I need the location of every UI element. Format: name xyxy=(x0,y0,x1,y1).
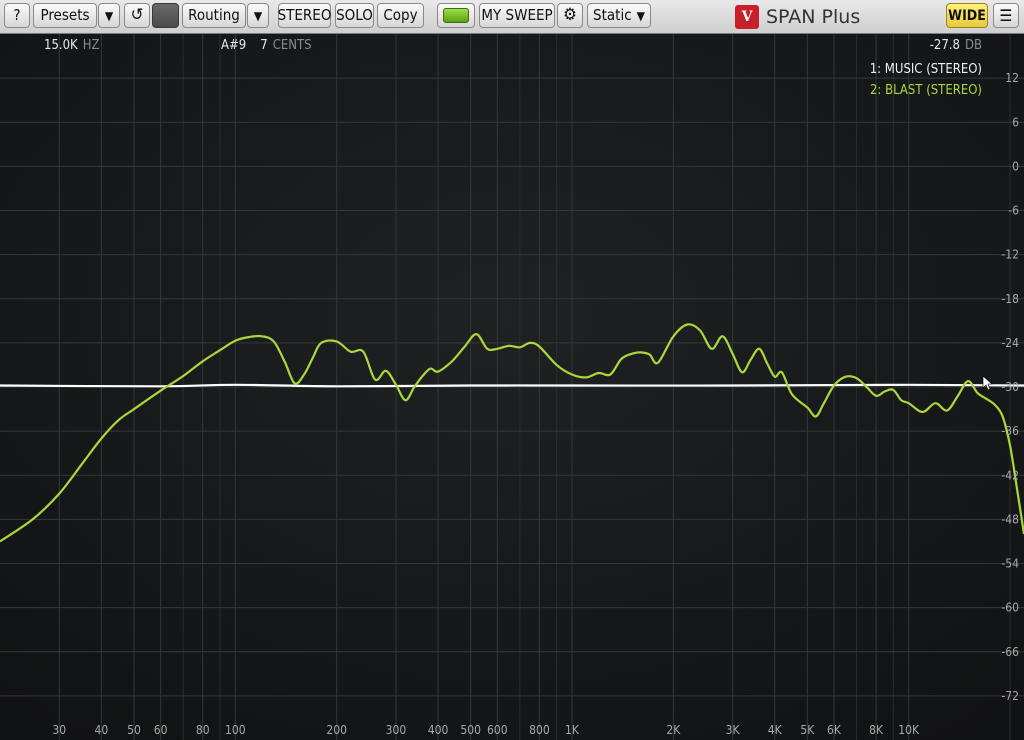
x-tick-label: 600 xyxy=(487,723,508,737)
y-tick-label: 0 xyxy=(1012,159,1019,173)
frequency-readout: 15.0K HZ xyxy=(44,38,100,53)
x-tick-label: 50 xyxy=(127,723,141,737)
mode-label: Static xyxy=(593,6,632,24)
color-swatch-button[interactable] xyxy=(152,3,179,28)
x-tick-label: 2K xyxy=(666,723,681,737)
y-tick-label: -72 xyxy=(1001,689,1019,703)
wide-button[interactable]: WIDE xyxy=(946,3,988,28)
x-tick-label: 400 xyxy=(428,723,449,737)
y-tick-label: -42 xyxy=(1001,468,1019,482)
mode-chevron-down-icon: ▼ xyxy=(636,8,645,23)
y-tick-label: 6 xyxy=(1012,115,1019,129)
menu-icon[interactable]: ☰ xyxy=(993,3,1019,28)
solo-button[interactable]: SOLO xyxy=(335,3,374,28)
x-tick-label: 3K xyxy=(726,723,741,737)
spectrum-display[interactable]: 30 40 50 60 80 100 200 300 400 500 600 800 1K 2K 3K 4K 5… xyxy=(0,34,1024,740)
note-value: A#9 xyxy=(221,38,247,53)
cents-value: 7 xyxy=(260,38,268,53)
app-logo: V SPAN Plus xyxy=(735,4,860,29)
y-tick-label: -66 xyxy=(1001,645,1019,659)
copy-button[interactable]: Copy xyxy=(377,3,424,28)
x-tick-label: 800 xyxy=(529,723,550,737)
x-tick-label: 30 xyxy=(52,723,66,737)
y-tick-label: -30 xyxy=(1001,380,1019,394)
reset-icon[interactable]: ↺ xyxy=(124,3,150,28)
x-tick-label: 200 xyxy=(326,723,347,737)
toolbar: ? Presets ▼ ↺ Routing ▼ STEREO SOLO Copy… xyxy=(0,0,1024,34)
y-tick-label: -12 xyxy=(1001,248,1019,262)
help-button[interactable]: ? xyxy=(4,3,30,28)
legend-item-music[interactable]: 1: MUSIC (STEREO) xyxy=(870,62,982,77)
x-tick-label: 60 xyxy=(154,723,168,737)
frequency-unit: HZ xyxy=(82,38,100,53)
routing-button[interactable]: Routing xyxy=(182,3,246,28)
y-tick-label: -24 xyxy=(1001,336,1019,350)
level-unit: DB xyxy=(964,38,982,53)
cents-unit: CENTS xyxy=(272,38,312,53)
sweep-button[interactable]: MY SWEEP xyxy=(479,3,555,28)
y-tick-label: -18 xyxy=(1001,292,1019,306)
x-tick-label: 1K xyxy=(565,723,580,737)
routing-dropdown-icon[interactable]: ▼ xyxy=(247,3,269,28)
gear-icon[interactable]: ⚙ xyxy=(557,3,583,28)
y-tick-label: -60 xyxy=(1001,601,1019,615)
x-tick-label: 8K xyxy=(869,723,884,737)
x-tick-label: 500 xyxy=(460,723,481,737)
stereo-button[interactable]: STEREO xyxy=(278,3,331,28)
presets-dropdown-icon[interactable]: ▼ xyxy=(98,3,120,28)
x-tick-label: 300 xyxy=(386,723,407,737)
x-tick-label: 5K xyxy=(800,723,815,737)
x-tick-label: 40 xyxy=(94,723,108,737)
enable-toggle[interactable] xyxy=(437,3,475,28)
x-tick-label: 10K xyxy=(898,723,920,737)
note-readout: A#9 7 CENTS xyxy=(221,38,312,53)
x-tick-label: 6K xyxy=(827,723,842,737)
spectrum-chart[interactable]: 30 40 50 60 80 100 200 300 400 500 600 800 1K 2K 3K 4K 5… xyxy=(0,34,1024,740)
enable-led-icon xyxy=(443,8,469,23)
x-tick-label: 4K xyxy=(768,723,783,737)
mode-select[interactable]: Static ▼ xyxy=(587,3,651,28)
y-tick-label: -36 xyxy=(1001,424,1019,438)
voxengo-logo-icon: V xyxy=(735,4,759,29)
x-tick-label: 100 xyxy=(225,723,246,737)
presets-button[interactable]: Presets xyxy=(33,3,97,28)
legend-item-blast[interactable]: 2: BLAST (STEREO) xyxy=(870,83,982,98)
app-title: SPAN Plus xyxy=(766,5,861,28)
y-tick-label: 12 xyxy=(1005,71,1019,85)
y-tick-label: -6 xyxy=(1008,204,1019,218)
y-tick-label: -54 xyxy=(1001,557,1019,571)
level-value: -27.8 xyxy=(929,38,960,53)
x-tick-label: 80 xyxy=(196,723,210,737)
y-tick-label: -48 xyxy=(1001,512,1019,526)
frequency-value: 15.0K xyxy=(44,38,78,53)
level-readout: -27.8 DB xyxy=(930,38,982,53)
